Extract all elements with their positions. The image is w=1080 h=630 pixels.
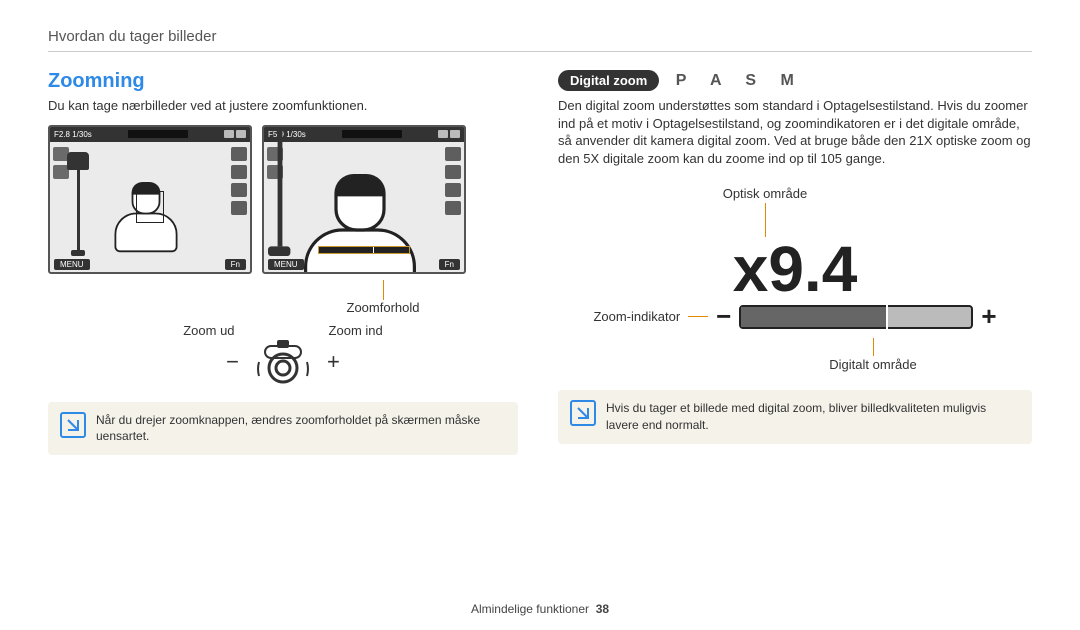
camera-preview-wide: F2.8 1/30s MENU Fn bbox=[48, 125, 252, 274]
zoom-bar-icon bbox=[318, 246, 410, 254]
zoom-ratio-label: Zoomforhold bbox=[347, 300, 420, 315]
zoom-dial-icon bbox=[253, 338, 313, 386]
zoom-out-label: Zoom ud bbox=[183, 323, 234, 338]
note-icon bbox=[60, 412, 86, 438]
zoom-indicator-bar bbox=[739, 305, 973, 329]
mode-letters: P A S M bbox=[676, 72, 804, 90]
optical-range-label: Optisk område bbox=[723, 186, 808, 201]
note-digital-quality: Hvis du tager et billede med digital zoo… bbox=[558, 390, 1032, 444]
fn-button[interactable]: Fn bbox=[439, 259, 460, 270]
exposure-readout: F2.8 1/30s bbox=[54, 130, 92, 139]
zoom-in-label: Zoom ind bbox=[329, 323, 383, 338]
note-icon bbox=[570, 400, 596, 426]
minus-icon: − bbox=[716, 301, 731, 332]
page-footer: Almindelige funktioner 38 bbox=[0, 602, 1080, 616]
plus-icon: + bbox=[327, 351, 340, 373]
note-zoom-dial: Når du drejer zoomknappen, ændres zoomfo… bbox=[48, 402, 518, 456]
digital-zoom-badge: Digital zoom bbox=[558, 70, 659, 91]
menu-button[interactable]: MENU bbox=[268, 259, 304, 270]
minus-icon: − bbox=[226, 351, 239, 373]
fn-button[interactable]: Fn bbox=[225, 259, 246, 270]
menu-button[interactable]: MENU bbox=[54, 259, 90, 270]
note-text: Når du drejer zoomknappen, ændres zoomfo… bbox=[96, 412, 506, 446]
note-text: Hvis du tager et billede med digital zoo… bbox=[606, 400, 1020, 434]
zoom-intro: Du kan tage nærbilleder ved at justere z… bbox=[48, 97, 518, 115]
zoom-value-large: x9.4 bbox=[558, 237, 1032, 301]
ev-scale bbox=[342, 130, 402, 138]
zoom-ratio-readout: x9.4 bbox=[354, 234, 373, 245]
zoom-indicator-label: Zoom-indikator bbox=[593, 309, 680, 324]
plus-icon: + bbox=[981, 301, 996, 332]
digital-range-label: Digitalt område bbox=[829, 357, 916, 372]
footer-section: Almindelige funktioner bbox=[471, 602, 589, 616]
ev-scale bbox=[128, 130, 188, 138]
section-heading-zoom: Zoomning bbox=[48, 70, 518, 93]
footer-page-number: 38 bbox=[596, 602, 609, 616]
scene-illustration bbox=[56, 145, 244, 256]
af-box-icon bbox=[136, 191, 164, 223]
digital-zoom-paragraph: Den digital zoom understøttes som standa… bbox=[558, 97, 1032, 167]
camera-preview-zoomed: F5.9 1/30s x9.4 MENU Fn bbox=[262, 125, 466, 274]
breadcrumb: Hvordan du tager billeder bbox=[48, 28, 1032, 52]
